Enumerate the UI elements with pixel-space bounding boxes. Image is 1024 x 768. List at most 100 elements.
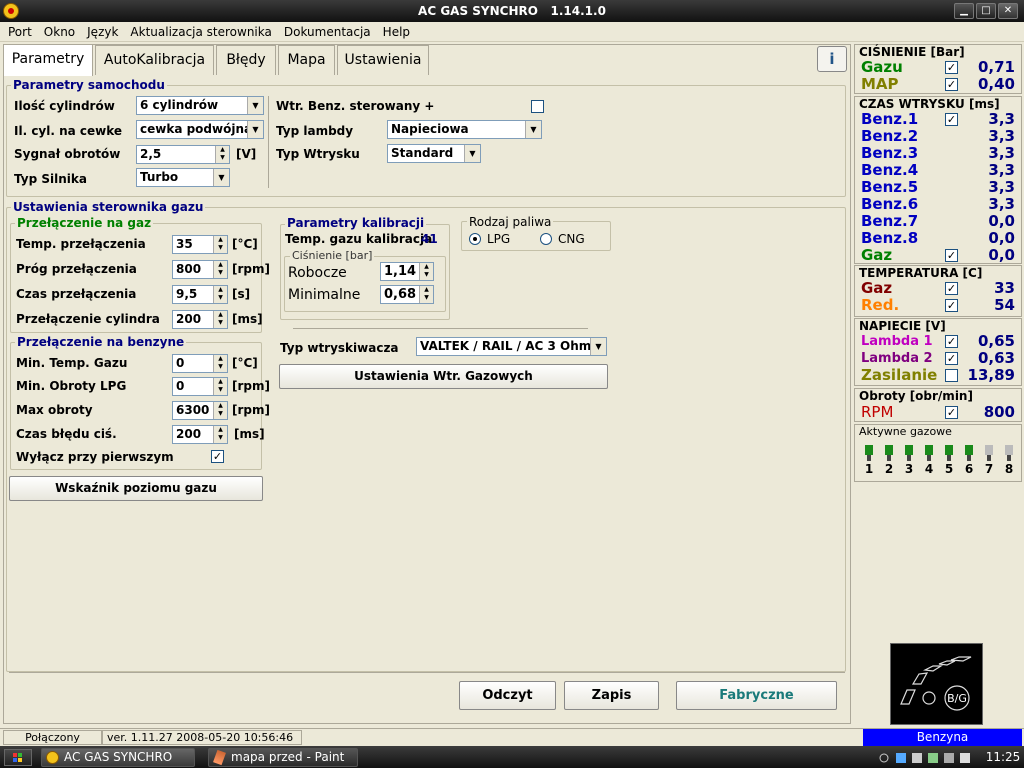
off-first-checkbox[interactable]: ✓	[211, 450, 224, 463]
checkbox[interactable]: ✓	[945, 299, 958, 312]
info-icon[interactable]: i	[817, 46, 847, 72]
reading-label: RPM	[861, 403, 894, 421]
switch-time-input[interactable]: 9,5 ▲ ▼	[172, 285, 228, 304]
working-pressure-input[interactable]: 1,14 ▲ ▼	[380, 262, 434, 281]
menu-aktualizacja[interactable]: Aktualizacja sterownika	[124, 22, 277, 42]
tray-network-icon	[912, 753, 922, 763]
read-button[interactable]: Odczyt	[459, 681, 556, 710]
taskbar-ac-gas-synchro[interactable]: AC GAS SYNCHRO	[41, 748, 195, 767]
reading-label: Benz.3	[861, 144, 919, 162]
checkbox[interactable]: ✓	[945, 113, 958, 126]
gas-injector-settings-button[interactable]: Ustawienia Wtr. Gazowych	[279, 364, 608, 389]
menu-port[interactable]: Port	[2, 22, 38, 42]
injector-number: 6	[964, 462, 974, 476]
tray-monitor-icon	[944, 753, 954, 763]
cylinder-switch-input[interactable]: 200 ▲ ▼	[172, 310, 228, 329]
system-tray	[878, 751, 978, 765]
wtr-benz-checkbox[interactable]	[531, 100, 544, 113]
reading-label: Benz.7	[861, 212, 919, 230]
menu-help[interactable]: Help	[377, 22, 416, 42]
fuel-lpg-radio[interactable]	[469, 233, 481, 245]
reading-value: 3,3	[988, 178, 1015, 196]
write-button[interactable]: Zapis	[564, 681, 659, 710]
switch-threshold-input[interactable]: 800 ▲ ▼	[172, 260, 228, 279]
voltage-row: Lambda 1 ✓ 0,65	[861, 333, 1017, 350]
reading-value: 33	[994, 279, 1015, 297]
unit-label: [°C]	[232, 356, 258, 370]
start-button[interactable]	[4, 749, 32, 766]
tray-device-icon	[928, 753, 938, 763]
lambda-type-select[interactable]: Napieciowa ▼	[387, 120, 542, 139]
close-button[interactable]: ✕	[998, 3, 1018, 19]
reading-value: 3,3	[988, 195, 1015, 213]
pressure-map-row: MAP ✓ 0,40	[861, 76, 1017, 93]
pressure-box-title: CIŚNIENIE [Bar]	[859, 45, 965, 59]
minimize-button[interactable]: ▁	[954, 3, 974, 19]
cyl-per-coil-select[interactable]: cewka podwójna ▼	[136, 120, 264, 139]
checkbox[interactable]	[945, 369, 958, 382]
factory-button[interactable]: Fabryczne	[676, 681, 837, 710]
maximize-button[interactable]: □	[976, 3, 996, 19]
injector-number: 2	[884, 462, 894, 476]
tab-autokalibracja[interactable]: AutoKalibracja	[95, 45, 214, 75]
bg-switch-button[interactable]: B/G	[890, 643, 983, 725]
tab-ustawienia[interactable]: Ustawienia	[337, 45, 429, 75]
to-gas-row-label: Przełączenie cylindra	[16, 312, 160, 326]
injection-row: Benz.8 0,0	[861, 230, 1017, 247]
menu-jezyk[interactable]: Język	[81, 22, 124, 42]
reading-label: Benz.1	[861, 110, 919, 128]
gas-level-button[interactable]: Wskaźnik poziomu gazu	[9, 476, 263, 501]
working-pressure-label: Robocze	[288, 265, 347, 281]
injector-type-select[interactable]: VALTEK / RAIL / AC 3 Ohm ▼	[416, 337, 607, 356]
unit-label: [rpm]	[232, 403, 270, 417]
min-lpg-rpm-input[interactable]: 0 ▲ ▼	[172, 377, 228, 396]
injection-type-select[interactable]: Standard ▼	[387, 144, 481, 163]
car-params-title: Parametry samochodu	[11, 78, 167, 92]
reading-label: Lambda 1	[861, 334, 933, 349]
to-gas-row-label: Próg przełączenia	[16, 262, 137, 276]
menu-okno[interactable]: Okno	[38, 22, 81, 42]
voltage-box-title: NAPIECIE [V]	[859, 319, 946, 333]
engine-type-select[interactable]: Turbo ▼	[136, 168, 230, 187]
checkbox[interactable]: ✓	[945, 61, 958, 74]
cyl-count-select[interactable]: 6 cylindrów ▼	[136, 96, 264, 115]
fuel-cng-radio[interactable]	[540, 233, 552, 245]
to-gas-row-label: Czas przełączenia	[16, 287, 137, 301]
fuel-lpg-label: LPG	[487, 232, 511, 246]
version-status: ver. 1.11.27 2008-05-20 10:56:46	[102, 730, 302, 745]
menu-dokumentacja[interactable]: Dokumentacja	[278, 22, 377, 42]
minimal-pressure-input[interactable]: 0,68 ▲ ▼	[380, 285, 434, 304]
reading-value: 0,63	[977, 349, 1015, 367]
tab-mapa[interactable]: Mapa	[278, 45, 335, 75]
min-gas-temp-input[interactable]: 0 ▲ ▼	[172, 354, 228, 373]
tab-bledy[interactable]: Błędy	[216, 45, 276, 75]
max-rpm-input[interactable]: 6300 ▲ ▼	[172, 401, 228, 420]
switch-temp-input[interactable]: 35 ▲ ▼	[172, 235, 228, 254]
tab-parametry[interactable]: Parametry	[3, 44, 93, 76]
rpm-signal-input[interactable]: 2,5 ▲ ▼	[136, 145, 230, 164]
tray-arrow-icon	[879, 753, 889, 763]
reading-label: Benz.4	[861, 161, 919, 179]
injector-number: 4	[924, 462, 934, 476]
unit-label: [ms]	[234, 427, 265, 441]
reading-label: Gazu	[861, 58, 903, 76]
taskbar-paint[interactable]: mapa przed - Paint	[208, 748, 358, 767]
checkbox[interactable]: ✓	[945, 249, 958, 262]
checkbox[interactable]: ✓	[945, 406, 958, 419]
tray-bluetooth-icon	[896, 753, 906, 763]
checkbox[interactable]: ✓	[945, 352, 958, 365]
checkbox[interactable]: ✓	[945, 335, 958, 348]
pressure-error-time-input[interactable]: 200 ▲ ▼	[172, 425, 228, 444]
checkbox[interactable]: ✓	[945, 78, 958, 91]
unit-label: [s]	[232, 287, 251, 301]
reading-label: Benz.6	[861, 195, 919, 213]
reading-label: MAP	[861, 75, 899, 93]
cyl-per-coil-label: Il. cyl. na cewke	[14, 124, 123, 138]
active-injectors-title: Aktywne gazowe	[859, 425, 952, 438]
reading-label: Zasilanie	[861, 366, 938, 384]
injection-row: Benz.4 3,3	[861, 162, 1017, 179]
paint-brush-icon	[213, 749, 226, 766]
cyl-count-label: Ilość cylindrów	[14, 99, 115, 113]
injector-number: 5	[944, 462, 954, 476]
checkbox[interactable]: ✓	[945, 282, 958, 295]
